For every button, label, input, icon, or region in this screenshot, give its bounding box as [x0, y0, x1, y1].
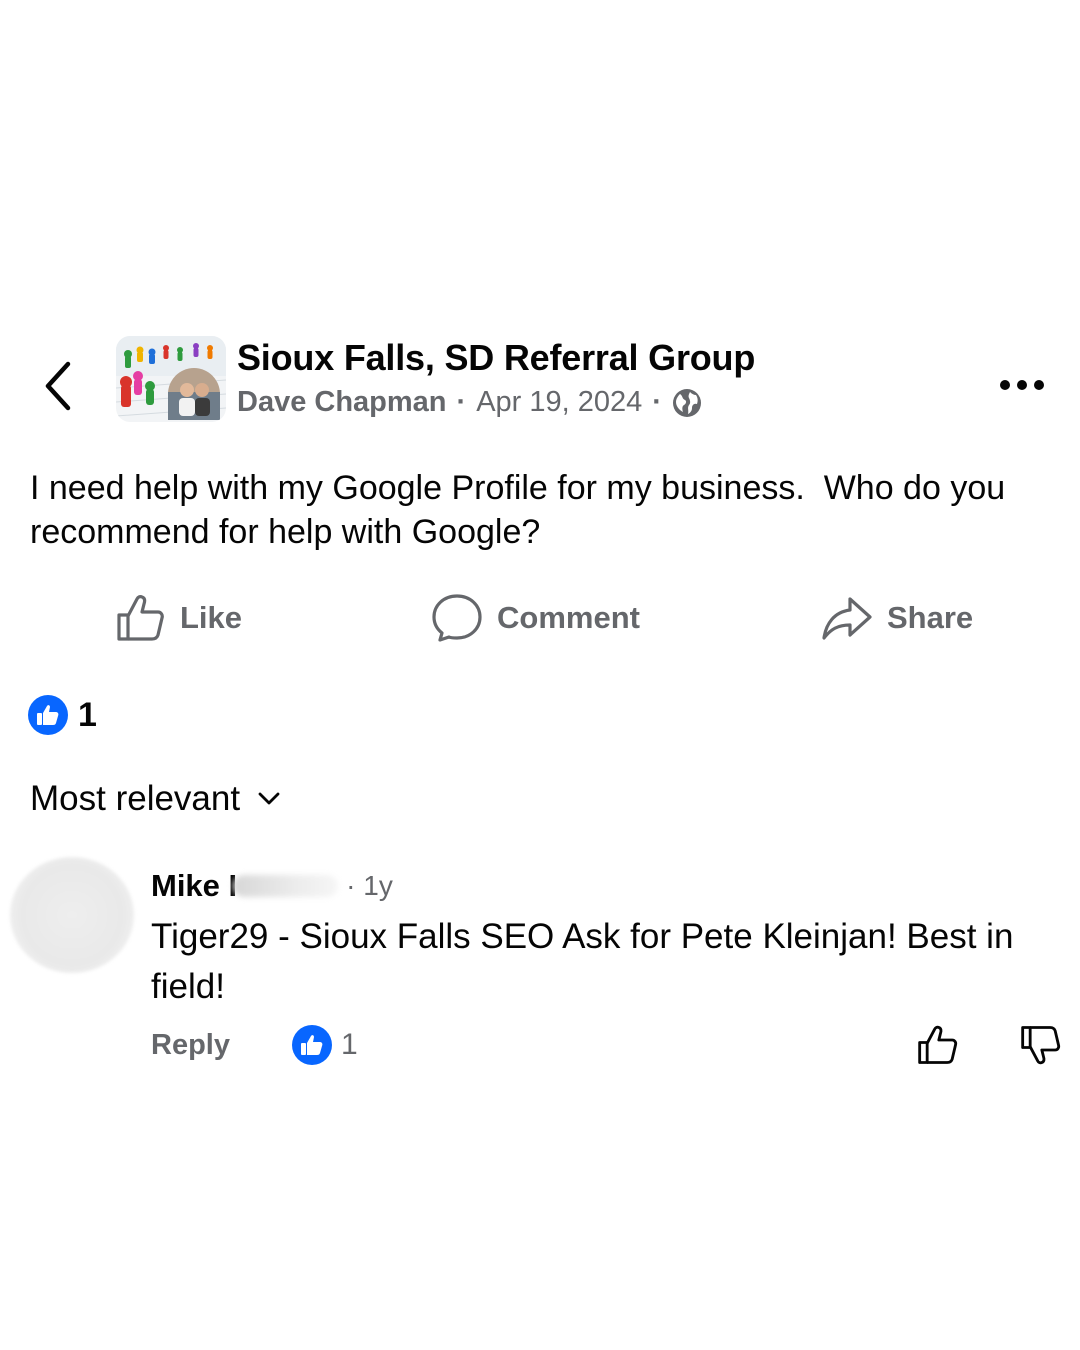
chevron-left-icon — [45, 361, 71, 411]
like-reaction-icon — [291, 1025, 332, 1065]
like-label: Like — [180, 600, 243, 635]
post-meta: Dave Chapman · Apr 19, 2024 · — [237, 386, 702, 419]
comment-label: Comment — [497, 600, 640, 635]
comment-reaction-summary[interactable]: 1 — [291, 1025, 358, 1065]
comment-header: Mike I · 1y — [151, 866, 393, 906]
post-author[interactable]: Dave Chapman — [237, 386, 447, 419]
chevron-down-icon — [258, 792, 280, 805]
post-date[interactable]: Apr 19, 2024 — [476, 386, 642, 419]
comment-time-value: 1y — [363, 870, 393, 901]
like-reaction-icon — [28, 695, 68, 735]
more-options-icon — [1034, 380, 1044, 390]
more-options-icon — [1017, 380, 1027, 390]
comment-timestamp[interactable]: · 1y — [346, 870, 393, 902]
meta-separator: · — [652, 386, 662, 418]
reaction-summary[interactable]: 1 — [28, 693, 97, 737]
meta-separator: · — [456, 386, 467, 418]
comment-reaction-count: 1 — [340, 1028, 358, 1061]
comment-time-separator: · — [346, 870, 356, 901]
group-avatar[interactable] — [116, 336, 226, 422]
redacted-name-blur — [233, 875, 339, 897]
thumbs-up-icon — [117, 595, 164, 641]
upvote-button[interactable] — [916, 1022, 960, 1068]
reaction-count: 1 — [78, 695, 97, 734]
post-body: I need help with my Google Profile for m… — [30, 469, 1015, 551]
globe-icon — [672, 388, 702, 418]
comment-actions: Reply 1 — [151, 1022, 358, 1068]
more-options-button[interactable] — [994, 370, 1050, 400]
comment-body: Tiger29 - Sioux Falls SEO Ask for Pete K… — [151, 917, 1014, 1006]
thumbs-down-outline-icon — [1021, 1026, 1061, 1065]
share-button[interactable]: Share — [821, 590, 973, 646]
comment-author-name[interactable]: Mike I — [151, 868, 237, 904]
group-avatar-image — [116, 336, 226, 422]
like-button[interactable]: Like — [116, 590, 242, 646]
group-name[interactable]: Sioux Falls, SD Referral Group — [237, 337, 755, 379]
share-label: Share — [887, 600, 974, 635]
comment-author-avatar[interactable] — [10, 857, 134, 973]
more-options-icon — [1000, 380, 1010, 390]
comment-bubble-icon — [432, 594, 482, 642]
downvote-button[interactable] — [1019, 1022, 1063, 1068]
share-arrow-icon — [822, 597, 872, 640]
back-button[interactable] — [36, 356, 80, 416]
reply-button[interactable]: Reply — [151, 1029, 230, 1062]
sort-label: Most relevant — [30, 779, 241, 818]
thumbs-up-outline-icon — [918, 1025, 958, 1064]
comment-sort-dropdown[interactable]: Most relevant — [30, 776, 280, 822]
comment-button[interactable]: Comment — [431, 590, 640, 646]
